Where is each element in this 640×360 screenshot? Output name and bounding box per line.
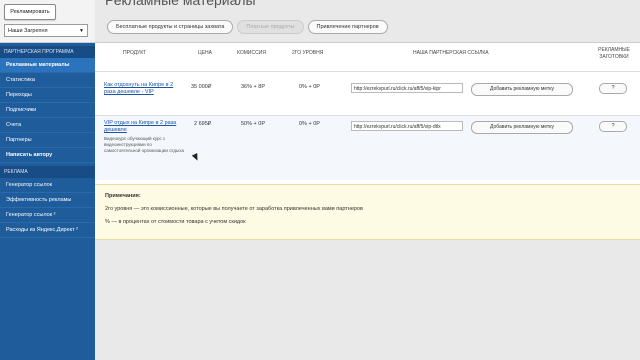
tab-bar: Бесплатные продукты и страницы захвата П… bbox=[107, 20, 388, 34]
tab-paid-products[interactable]: Платные продукты bbox=[237, 20, 304, 34]
sidebar-item-link-generator[interactable]: Генератор ссылок bbox=[0, 178, 95, 193]
tab-partner-recruiting[interactable]: Привлечение партнеров bbox=[307, 20, 388, 34]
templates-button[interactable]: ? bbox=[599, 83, 627, 94]
sidebar-item-yandex-costs[interactable]: Расходы из Яндекс.Директ ² bbox=[0, 223, 95, 238]
shop-select[interactable]: Наши Загрепня ▼ bbox=[4, 24, 88, 37]
notes-line-percent: % — в процентах от стоимости товара с уч… bbox=[105, 219, 246, 225]
sidebar-item-partners[interactable]: Партнеры bbox=[0, 133, 95, 148]
sidebar-item-subscribers[interactable]: Подписчики bbox=[0, 103, 95, 118]
sidebar-top: Рекламировать Наши Загрепня ▼ bbox=[0, 0, 95, 43]
add-ad-tag-button[interactable]: Добавить рекламную метку bbox=[471, 83, 573, 96]
sidebar-item-invoices[interactable]: Счета bbox=[0, 118, 95, 133]
main-content: Рекламные материалы Бесплатные продукты … bbox=[95, 0, 640, 360]
product-link[interactable]: Как отдохнуть на Кипре в 2 раза дешевле … bbox=[104, 82, 184, 96]
sidebar-item-link-generator-2[interactable]: Генератор ссылок ² bbox=[0, 208, 95, 223]
partner-link-field[interactable]: http://ezrekvpurl.ru/click.ru/aff/5/vip-… bbox=[351, 121, 463, 131]
notes-box: Примечания: 2го уровня — это комиссионны… bbox=[95, 184, 640, 240]
col-link: НАША ПАРТНЕРСКАЯ ССЫЛКА bbox=[413, 50, 489, 56]
sidebar-item-statistics[interactable]: Статистика bbox=[0, 73, 95, 88]
sidebar-item-clicks[interactable]: Переходы bbox=[0, 88, 95, 103]
notes-title: Примечания: bbox=[105, 193, 141, 199]
page-title: Рекламные материалы bbox=[105, 0, 256, 8]
sidebar-item-ad-materials[interactable]: Рекламные материалы bbox=[0, 58, 95, 73]
col-product: ПРОДУКТ bbox=[123, 50, 147, 56]
shop-select-value: Наши Загрепня bbox=[8, 28, 48, 34]
col-templates: РЕКЛАМНЫЕ ЗАГОТОВКИ bbox=[598, 47, 630, 60]
product-link[interactable]: VIP отдых на Кипре в 2 раза дешевле bbox=[104, 120, 184, 134]
sidebar-section-ads: РЕКЛАМА bbox=[0, 166, 95, 178]
table-row: Как отдохнуть на Кипре в 2 раза дешевле … bbox=[95, 71, 640, 114]
product-price: 2 695₽ bbox=[194, 121, 212, 127]
product-commission: 36% + 8P bbox=[241, 84, 266, 90]
col-price: ЦЕНА bbox=[198, 50, 212, 56]
product-level2: 0% + 0P bbox=[299, 121, 320, 127]
sidebar-item-ad-efficiency[interactable]: Эффективность рекламы bbox=[0, 193, 95, 208]
advertise-button[interactable]: Рекламировать bbox=[4, 4, 56, 20]
col-commission: КОМИССИЯ bbox=[237, 50, 266, 56]
product-level2: 0% + 0P bbox=[299, 84, 320, 90]
product-description: Видеокурс обучающий курс с видеоинструкц… bbox=[104, 136, 184, 153]
sidebar: Рекламировать Наши Загрепня ▼ ПАРТНЕРСКА… bbox=[0, 0, 95, 360]
table-row: VIP отдых на Кипре в 2 раза дешевле Виде… bbox=[95, 115, 640, 180]
sidebar-item-write-author[interactable]: Написать автору bbox=[0, 148, 95, 163]
product-price: 35 000₽ bbox=[191, 84, 212, 90]
partner-link-field[interactable]: http://ezrekvpurl.ru/click.ru/aff/5/vip-… bbox=[351, 83, 463, 93]
col-level2: 2ГО УРОВНЯ bbox=[292, 50, 324, 56]
sidebar-section-partner: ПАРТНЕРСКАЯ ПРОГРАММА bbox=[0, 46, 95, 58]
product-commission: 50% + 0P bbox=[241, 121, 266, 127]
add-ad-tag-button[interactable]: Добавить рекламную метку bbox=[471, 121, 573, 134]
templates-button[interactable]: ? bbox=[599, 121, 627, 132]
notes-line-level2: 2го уровня — это комиссионные, которые в… bbox=[105, 206, 363, 212]
chevron-down-icon: ▼ bbox=[79, 28, 84, 34]
tab-free-products[interactable]: Бесплатные продукты и страницы захвата bbox=[107, 20, 234, 34]
table-header: ПРОДУКТ ЦЕНА КОМИССИЯ 2ГО УРОВНЯ НАША ПА… bbox=[95, 43, 640, 67]
